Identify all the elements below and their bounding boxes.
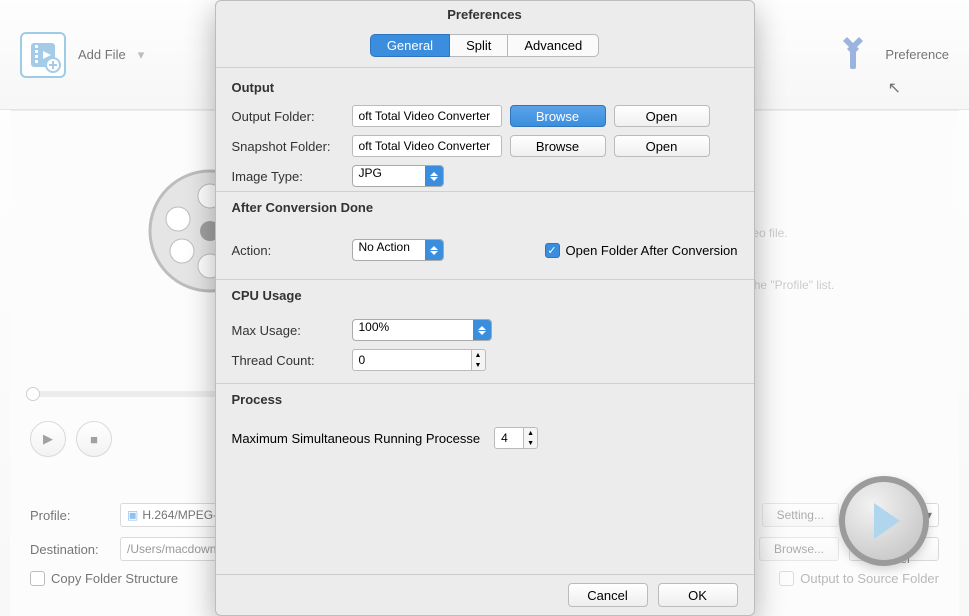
thread-count-label: Thread Count: — [232, 353, 344, 368]
ok-button[interactable]: OK — [658, 583, 738, 607]
snapshot-open-button[interactable]: Open — [614, 135, 710, 157]
chevron-updown-icon — [473, 320, 491, 340]
output-folder-input[interactable] — [352, 105, 502, 127]
snapshot-folder-label: Snapshot Folder: — [232, 139, 344, 154]
output-browse-button[interactable]: Browse — [510, 105, 606, 127]
chevron-updown-icon — [425, 166, 443, 186]
preferences-dialog: Preferences General Split Advanced Outpu… — [215, 0, 755, 616]
tab-general[interactable]: General — [370, 34, 450, 57]
max-usage-select[interactable]: 100% — [352, 319, 492, 341]
image-type-select[interactable]: JPG — [352, 165, 444, 187]
snapshot-folder-input[interactable] — [352, 135, 502, 157]
chevron-updown-icon — [425, 240, 443, 260]
snapshot-browse-button[interactable]: Browse — [510, 135, 606, 157]
action-label: Action: — [232, 243, 344, 258]
output-open-button[interactable]: Open — [614, 105, 710, 127]
thread-count-stepper[interactable]: ▲▼ — [352, 349, 486, 371]
section-process: Process — [216, 383, 754, 413]
dialog-title: Preferences — [216, 1, 754, 28]
stepper-buttons[interactable]: ▲▼ — [472, 349, 486, 371]
output-folder-label: Output Folder: — [232, 109, 344, 124]
thread-count-input[interactable] — [352, 349, 472, 371]
section-after: After Conversion Done — [216, 191, 754, 221]
max-process-label: Maximum Simultaneous Running Processe — [232, 431, 481, 446]
dialog-body: Output Output Folder: Browse Open Snapsh… — [216, 67, 754, 574]
dialog-footer: Cancel OK — [216, 574, 754, 615]
open-folder-after-checkbox[interactable]: ✓ Open Folder After Conversion — [545, 243, 738, 258]
stepper-buttons[interactable]: ▲▼ — [524, 427, 538, 449]
max-process-input[interactable] — [494, 427, 524, 449]
max-process-stepper[interactable]: ▲▼ — [494, 427, 538, 449]
tab-advanced[interactable]: Advanced — [508, 34, 599, 57]
tabs: General Split Advanced — [216, 34, 754, 57]
section-output: Output — [216, 72, 754, 101]
checkbox-checked-icon: ✓ — [545, 243, 560, 258]
section-cpu: CPU Usage — [216, 279, 754, 309]
image-type-label: Image Type: — [232, 169, 344, 184]
action-select[interactable]: No Action — [352, 239, 444, 261]
cancel-button[interactable]: Cancel — [568, 583, 648, 607]
max-usage-label: Max Usage: — [232, 323, 344, 338]
tab-split[interactable]: Split — [450, 34, 508, 57]
